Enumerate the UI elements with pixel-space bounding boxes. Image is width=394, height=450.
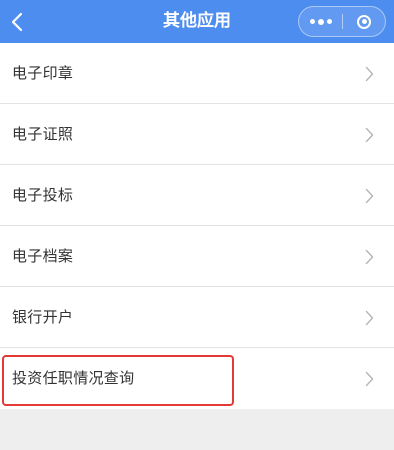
more-button[interactable]	[299, 7, 343, 36]
back-button[interactable]	[0, 0, 34, 43]
list-item-label: 银行开户	[12, 308, 74, 326]
list-item-label: 电子投标	[12, 186, 74, 204]
list-item-investment-position-query[interactable]: 投资任职情况查询	[0, 348, 394, 409]
target-close-icon	[357, 14, 371, 29]
mini-program-capsule	[298, 6, 386, 37]
list-item-label: 电子证照	[12, 125, 74, 143]
chevron-right-icon	[365, 310, 374, 326]
list-item-electronic-bidding[interactable]: 电子投标	[0, 165, 394, 226]
chevron-right-icon	[365, 371, 374, 387]
chevron-right-icon	[365, 127, 374, 143]
list-item-label: 电子档案	[12, 247, 74, 265]
chevron-left-icon	[11, 12, 23, 31]
more-dots-icon	[310, 18, 332, 25]
list-item-electronic-archive[interactable]: 电子档案	[0, 226, 394, 287]
chevron-right-icon	[365, 249, 374, 265]
list-item-label: 投资任职情况查询	[12, 369, 135, 387]
list-item-electronic-license[interactable]: 电子证照	[0, 104, 394, 165]
top-navbar: 其他应用	[0, 0, 394, 43]
list-item-label: 电子印章	[12, 64, 74, 82]
list-item-bank-account-opening[interactable]: 银行开户	[0, 287, 394, 348]
app-list: 电子印章 电子证照 电子投标 电子档案 银行开户 投资任职情况查询	[0, 43, 394, 409]
close-button[interactable]	[343, 7, 385, 36]
chevron-right-icon	[365, 66, 374, 82]
list-item-electronic-seal[interactable]: 电子印章	[0, 43, 394, 104]
chevron-right-icon	[365, 188, 374, 204]
